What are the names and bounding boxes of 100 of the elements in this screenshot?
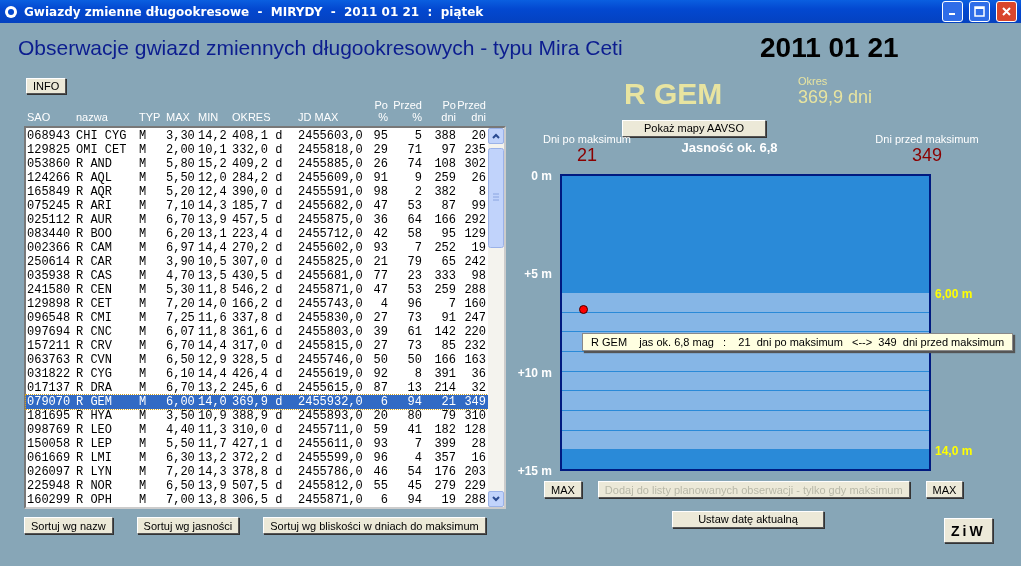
table-cell-text: M [139, 255, 148, 269]
scroll-thumb[interactable] [488, 147, 504, 248]
scroll-up-button[interactable] [488, 128, 504, 144]
table-cell-text: 6,00 [166, 395, 196, 409]
window-title: Gwiazdy zmienne długookresowe - MIRYDY - 2011 01 21 : piątek [24, 4, 485, 19]
list-row[interactable]: 075245 R ARI M 7,10 14,3 185,7 d 2455682,0 47 53 87 99 [26, 199, 488, 213]
max-button[interactable]: MAX [925, 481, 964, 498]
table-cell-text: 2455591,0 [298, 185, 364, 199]
table-cell-text: 2,00 [166, 143, 196, 157]
list-row[interactable]: 096548 R CMI M 7,25 11,6 337,8 d 2455830,0 27 73 91 247 [26, 311, 488, 325]
minimize-button[interactable] [942, 1, 963, 22]
list-row[interactable]: 068943 CHI CYG M 3,30 14,2 408,1 d 2455603,0 95 5 388 20 [26, 129, 488, 143]
list-row[interactable]: 241580 R CEN M 5,30 11,8 546,2 d 2455871,0 47 53 259 288 [26, 283, 488, 297]
table-cell-text: R HYA [76, 409, 113, 423]
table-cell-text: 14,4 [198, 339, 228, 353]
column-header: JD MAX [298, 111, 340, 123]
column-header: Po % [373, 99, 388, 123]
scrollbar[interactable] [488, 128, 504, 507]
maximize-button[interactable] [969, 1, 990, 22]
table-cell-text: 7 [413, 437, 422, 451]
table-cell-text: 29 [372, 143, 388, 157]
table-cell-text: 6,70 [166, 339, 196, 353]
list-row[interactable]: 129825 OMI CET M 2,00 10,1 332,0 d 2455818,0 29 71 97 235 [26, 143, 488, 157]
table-cell-text: 163 [463, 353, 486, 367]
list-row[interactable]: 250614 R CAR M 3,90 10,5 307,0 d 2455825,0 21 79 65 242 [26, 255, 488, 269]
table-cell-text: 9 [413, 171, 422, 185]
table-cell-text: 176 [433, 465, 456, 479]
table-cell-text: R CVN [76, 353, 113, 367]
list-row[interactable]: 157211 R CRV M 6,70 14,4 317,0 d 2455815,0 27 73 85 232 [26, 339, 488, 353]
list-row[interactable]: 079070 R GEM M 6,00 14,0 369,9 d 2455932,0 6 94 21 349 [26, 395, 488, 409]
table-cell-text: 13,5 [198, 269, 228, 283]
ziw-button[interactable]: ZiW [944, 518, 993, 543]
table-cell-text: 546,2 d [232, 283, 284, 297]
scale-label: +15 m [517, 464, 552, 478]
list-row[interactable]: 160299 R OPH M 7,00 13,8 306,5 d 2455871,0 6 94 19 288 [26, 493, 488, 507]
table-cell-text: 357 [433, 451, 456, 465]
max-button[interactable]: MAX [544, 481, 582, 498]
table-cell-text: 14,0 [198, 395, 228, 409]
table-cell-text: M [139, 451, 148, 465]
list-row[interactable]: 017137 R DRA M 6,70 13,2 245,6 d 2455615,0 87 13 214 32 [26, 381, 488, 395]
table-cell-text: 2455603,0 [298, 129, 364, 143]
table-cell-text: 2455812,0 [298, 479, 364, 493]
table-cell-text: 2455932,0 [298, 395, 364, 409]
scale-label: +5 m [524, 267, 552, 282]
table-cell-text: 2455825,0 [298, 255, 364, 269]
close-button[interactable] [996, 1, 1017, 22]
set-date-button[interactable]: Ustaw datę aktualną [672, 510, 824, 528]
table-cell-text: 13,8 [198, 493, 228, 507]
table-cell-text: 150058 [27, 437, 72, 451]
close-icon [1001, 6, 1012, 17]
table-cell-text: 430,5 d [232, 269, 284, 283]
table-cell-text: 2455682,0 [298, 199, 364, 213]
table-cell-text: 50 [372, 353, 388, 367]
list-row[interactable]: 031822 R CYG M 6,10 14,4 426,4 d 2455619,0 92 8 391 36 [26, 367, 488, 381]
table-cell-text: 096548 [27, 311, 72, 325]
list-row[interactable]: 124266 R AQL M 5,50 12,0 284,2 d 2455609,0 91 9 259 26 [26, 171, 488, 185]
table-cell-text: 068943 [27, 129, 72, 143]
scroll-down-button[interactable] [488, 491, 504, 507]
table-cell-text: 7,25 [166, 311, 196, 325]
list-row[interactable]: 225948 R NOR M 6,50 13,9 507,5 d 2455812,0 55 45 279 229 [26, 479, 488, 493]
table-cell-text: 288 [463, 283, 486, 297]
table-cell-text: 6,07 [166, 325, 196, 339]
table-cell-text: 13,9 [198, 213, 228, 227]
days-before-value: 349 [911, 145, 942, 166]
table-cell-text: 166 [433, 213, 456, 227]
list-row[interactable]: 083440 R BOO M 6,20 13,1 223,4 d 2455712,0 42 58 95 129 [26, 227, 488, 241]
list-row[interactable]: 002366 R CAM M 6,97 14,4 270,2 d 2455602,0 93 7 252 19 [26, 241, 488, 255]
table-cell-text: 7 [447, 297, 456, 311]
table-cell-text: 11,7 [198, 437, 228, 451]
aavso-maps-button[interactable]: Pokaż mapy AAVSO [622, 119, 766, 137]
list-row[interactable]: 025112 R AUR M 6,70 13,9 457,5 d 2455875,0 36 64 166 292 [26, 213, 488, 227]
table-cell-text: 129 [463, 227, 486, 241]
table-cell-text: 20 [470, 129, 486, 143]
table-cell-text: R LMI [76, 451, 113, 465]
list-row[interactable]: 061669 R LMI M 6,30 13,2 372,2 d 2455599,0 96 4 357 16 [26, 451, 488, 465]
list-row[interactable]: 150058 R LEP M 5,50 11,7 427,1 d 2455611,0 93 7 399 28 [26, 437, 488, 451]
sort-button[interactable]: Sortuj wg jasności [136, 517, 240, 534]
list-row[interactable]: 026097 R LYN M 7,20 14,3 378,8 d 2455786,0 46 54 176 203 [26, 465, 488, 479]
list-row[interactable]: 098769 R LEO M 4,40 11,3 310,0 d 2455711,0 59 41 182 128 [26, 423, 488, 437]
table-cell-text: 507,5 d [232, 479, 284, 493]
table-cell-text: M [139, 297, 148, 311]
table-cell-text: 14,0 [198, 297, 228, 311]
list-row[interactable]: 035938 R CAS M 4,70 13,5 430,5 d 2455681,0 77 23 333 98 [26, 269, 488, 283]
list-row[interactable]: 181695 R HYA M 3,50 10,9 388,9 d 2455893,0 20 80 79 310 [26, 409, 488, 423]
table-cell-text: 252 [433, 241, 456, 255]
table-cell-text: R NOR [76, 479, 113, 493]
table-cell-text: 6 [379, 395, 388, 409]
table-cell-text: 2455609,0 [298, 171, 364, 185]
sort-button[interactable]: Sortuj wg nazw [24, 517, 113, 534]
list-row[interactable]: 165849 R AQR M 5,20 12,4 390,0 d 2455591,0 98 2 382 8 [26, 185, 488, 199]
list-row[interactable]: 053860 R AND M 5,80 15,2 409,2 d 2455885,0 26 74 108 302 [26, 157, 488, 171]
list-row[interactable]: 097694 R CNC M 6,07 11,8 361,6 d 2455803,0 39 61 142 220 [26, 325, 488, 339]
info-button[interactable]: INFO [26, 78, 67, 94]
table-cell-text: M [139, 479, 148, 493]
table-cell-text: 075245 [27, 199, 72, 213]
list-row[interactable]: 063763 R CVN M 6,50 12,9 328,5 d 2455746,0 50 50 166 163 [26, 353, 488, 367]
table-cell-text: M [139, 353, 148, 367]
list-row[interactable]: 129898 R CET M 7,20 14,0 166,2 d 2455743,0 4 96 7 160 [26, 297, 488, 311]
sort-button[interactable]: Sortuj wg bliskości w dniach do maksimum [263, 517, 486, 534]
table-cell-text: 7,20 [166, 465, 196, 479]
